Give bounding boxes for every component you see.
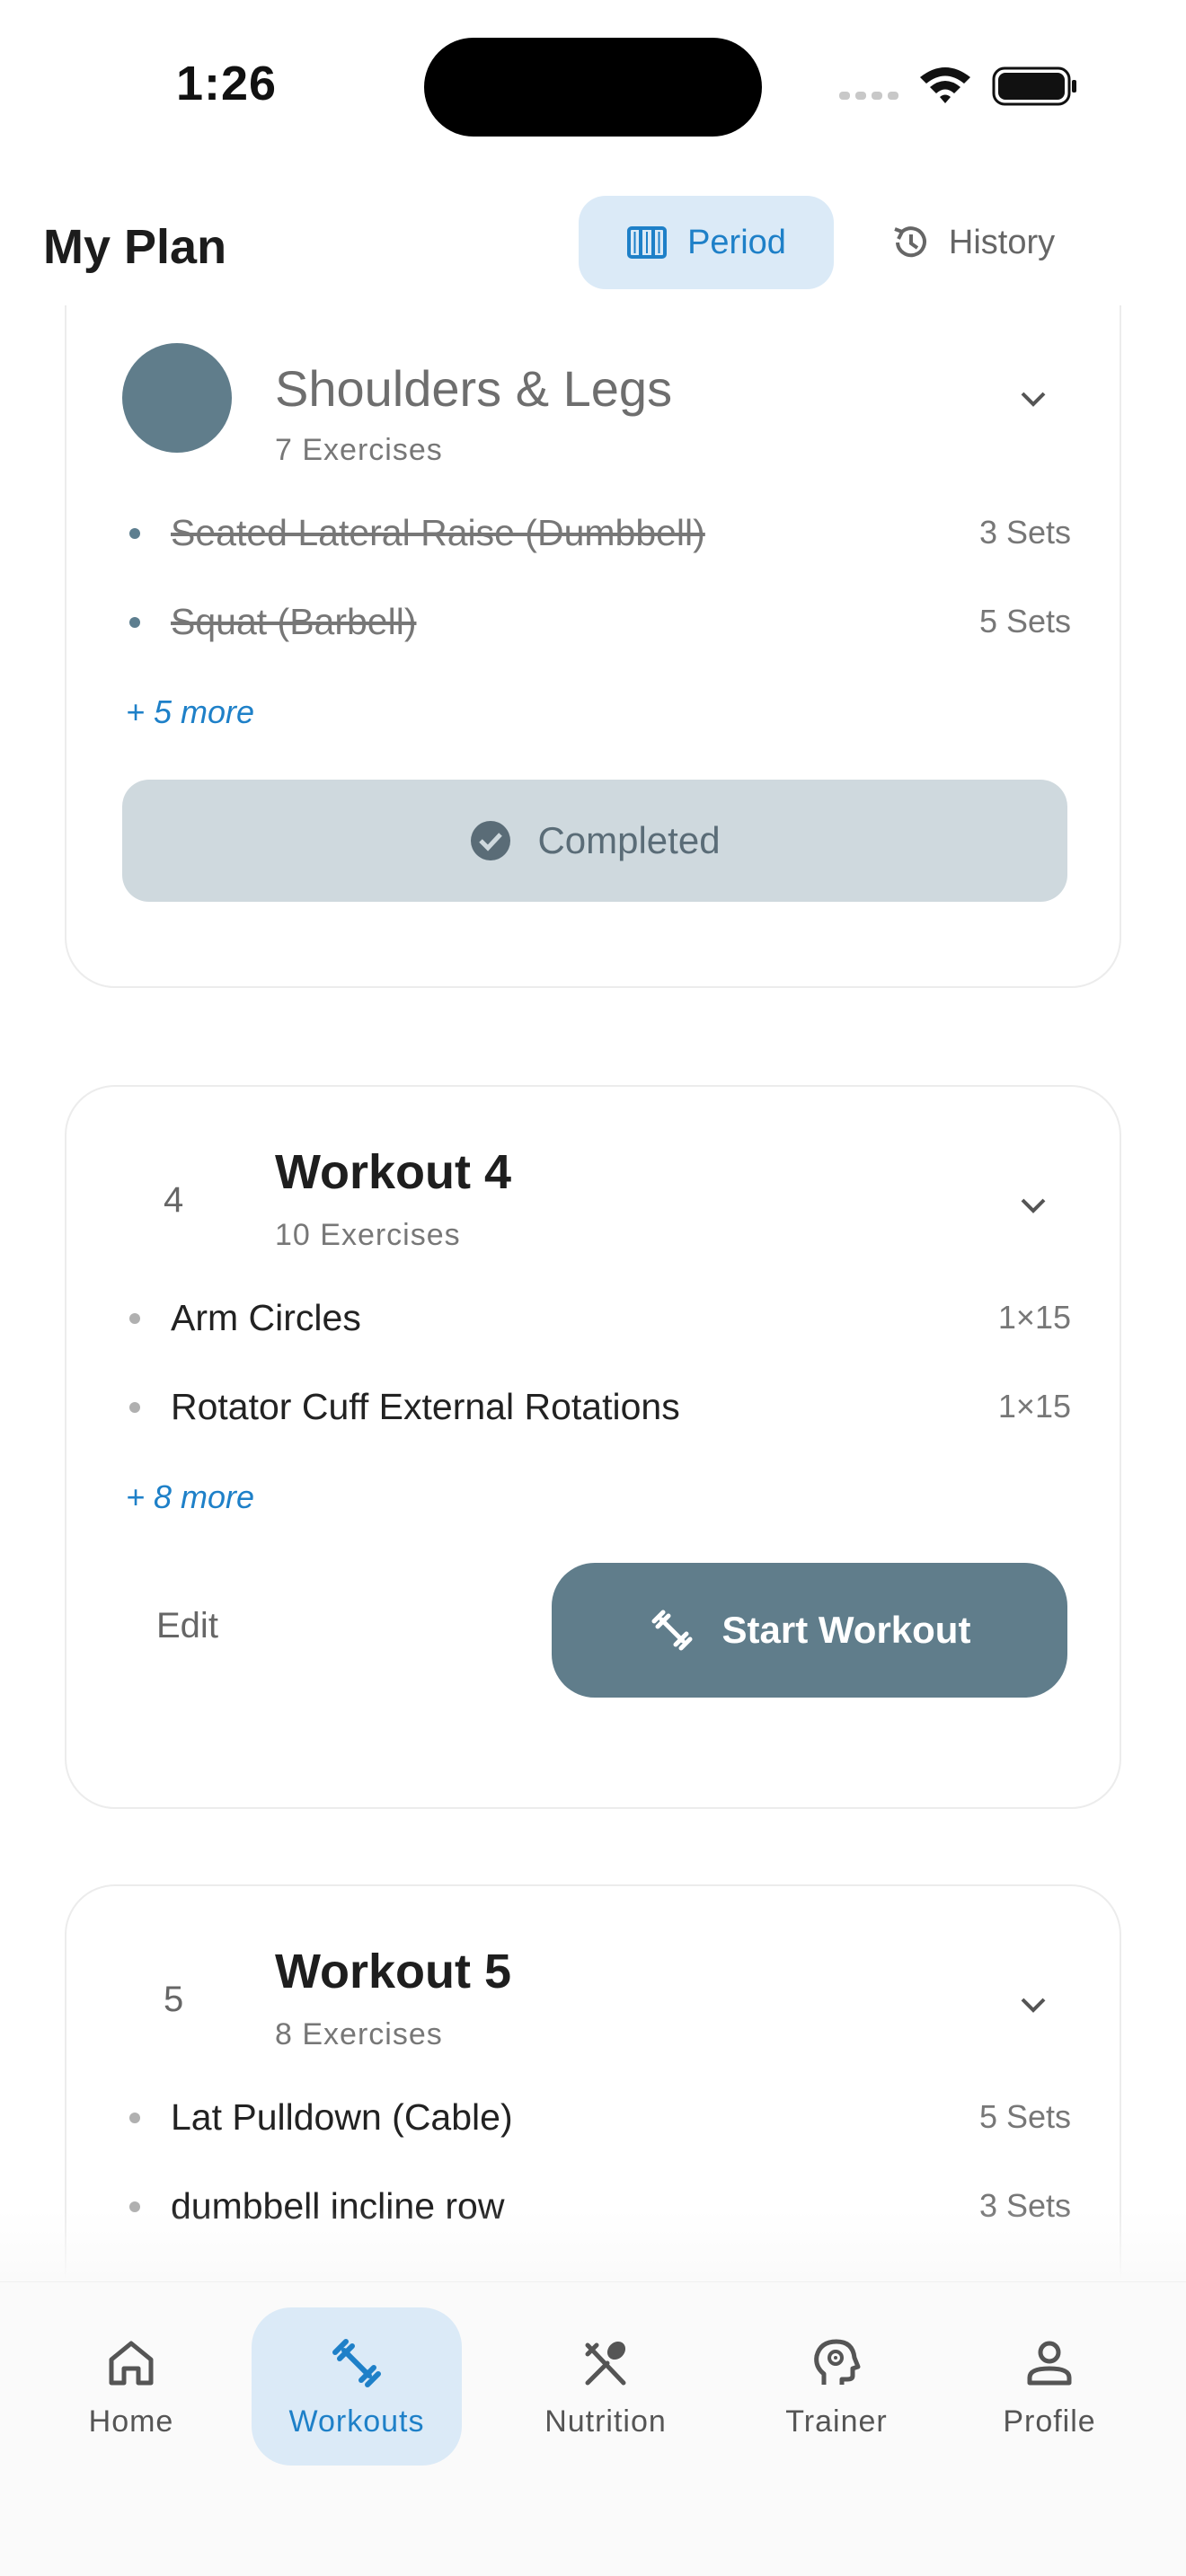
- chevron-down-icon[interactable]: [1012, 377, 1055, 420]
- dumbbell-icon: [651, 1610, 693, 1651]
- workout-card-4[interactable]: 4 Workout 4 10 Exercises Arm Circles 1×1…: [65, 1085, 1121, 1809]
- exercise-sets: 3 Sets: [978, 514, 1071, 551]
- workout-avatar: [122, 343, 232, 453]
- nav-label: Nutrition: [544, 2404, 667, 2439]
- page-title: My Plan: [43, 220, 227, 274]
- columns-icon: [627, 226, 668, 259]
- exercise-row: Arm Circles 1×15: [122, 1292, 1071, 1345]
- exercise-name: Squat (Barbell): [171, 601, 417, 642]
- edit-button[interactable]: Edit: [156, 1606, 218, 1646]
- home-icon: [109, 2341, 154, 2385]
- workout-list[interactable]: Shoulders & Legs 7 Exercises Seated Late…: [0, 305, 1186, 2281]
- nav-label: Workouts: [288, 2404, 425, 2439]
- bottom-nav: Home Workouts Nutrition Trainer Profile: [0, 2281, 1186, 2576]
- scroll-fade: [0, 2210, 1186, 2281]
- chevron-down-icon[interactable]: [1012, 1184, 1055, 1227]
- exercise-sets: 1×15: [997, 1299, 1071, 1336]
- bullet: [129, 2113, 140, 2123]
- tab-history-label: History: [948, 223, 1056, 261]
- exercise-name: Arm Circles: [171, 1297, 361, 1338]
- cellular-signal-icon: [839, 92, 898, 100]
- nav-label: Profile: [1003, 2404, 1096, 2439]
- chevron-down-icon[interactable]: [1012, 1983, 1055, 2026]
- more-exercises-link[interactable]: + 8 more: [126, 1478, 254, 1516]
- status-bar: 1:26: [0, 0, 1186, 171]
- tab-period-label: Period: [687, 223, 786, 261]
- workout-number: 4: [164, 1180, 184, 1220]
- nav-label: Home: [88, 2404, 174, 2439]
- exercise-sets: 5 Sets: [978, 2098, 1071, 2135]
- exercise-name: Seated Lateral Raise (Dumbbell): [171, 512, 705, 553]
- exercise-name: Rotator Cuff External Rotations: [171, 1386, 680, 1427]
- completed-label: Completed: [537, 819, 721, 861]
- wifi-icon: [920, 67, 970, 103]
- start-workout-label: Start Workout: [721, 1609, 971, 1651]
- nav-item-profile[interactable]: Profile: [987, 2307, 1112, 2466]
- nav-item-trainer[interactable]: Trainer: [769, 2307, 904, 2466]
- exercise-row: Squat (Barbell) 5 Sets: [122, 595, 1071, 649]
- bullet: [129, 617, 140, 628]
- person-icon: [1027, 2341, 1072, 2385]
- workout-exercise-count: 10 Exercises: [275, 1218, 461, 1252]
- nav-item-nutrition[interactable]: Nutrition: [525, 2307, 686, 2466]
- header: My Plan Period History: [0, 180, 1186, 305]
- exercise-name: Lat Pulldown (Cable): [171, 2096, 513, 2138]
- brain-head-icon: [814, 2339, 861, 2385]
- bullet: [129, 1402, 140, 1413]
- check-circle-icon: [471, 821, 511, 860]
- completed-button[interactable]: Completed: [122, 780, 1067, 902]
- dynamic-island: [424, 38, 762, 137]
- workout-title: Shoulders & Legs: [275, 360, 673, 417]
- workout-number: 5: [164, 1980, 184, 2019]
- battery-icon: [992, 66, 1076, 106]
- nav-item-workouts[interactable]: Workouts: [252, 2307, 462, 2466]
- exercise-sets: 1×15: [997, 1388, 1071, 1425]
- exercise-sets: 5 Sets: [978, 603, 1071, 640]
- workout-exercise-count: 7 Exercises: [275, 433, 443, 467]
- workout-title: Workout 5: [275, 1945, 512, 1998]
- workout-card-shoulders-legs[interactable]: Shoulders & Legs 7 Exercises Seated Late…: [65, 305, 1121, 988]
- exercise-row: Seated Lateral Raise (Dumbbell) 3 Sets: [122, 507, 1071, 560]
- history-icon: [894, 226, 926, 258]
- start-workout-button[interactable]: Start Workout: [552, 1563, 1067, 1698]
- exercise-row: Rotator Cuff External Rotations 1×15: [122, 1381, 1071, 1434]
- dumbbell-icon: [332, 2338, 381, 2387]
- exercise-row: Lat Pulldown (Cable) 5 Sets: [122, 2091, 1071, 2145]
- nav-label: Trainer: [785, 2404, 888, 2439]
- more-exercises-link[interactable]: + 5 more: [126, 693, 254, 731]
- nav-item-home[interactable]: Home: [65, 2307, 198, 2466]
- workout-exercise-count: 8 Exercises: [275, 2017, 443, 2051]
- bullet: [129, 528, 140, 539]
- bullet: [129, 1313, 140, 1324]
- workout-title: Workout 4: [275, 1145, 512, 1199]
- tab-period[interactable]: Period: [579, 196, 834, 289]
- status-time: 1:26: [176, 57, 278, 110]
- fork-spoon-icon: [585, 2341, 626, 2385]
- tab-history[interactable]: History: [863, 196, 1082, 289]
